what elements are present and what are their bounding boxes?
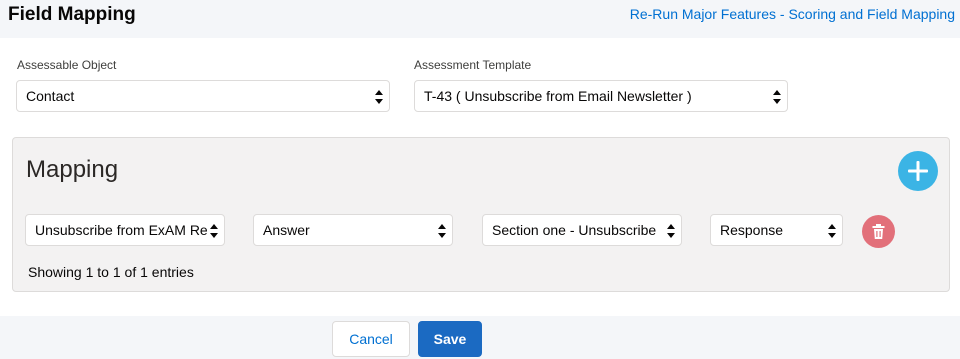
answer-value: Answer	[263, 222, 310, 238]
response-select[interactable]: Response	[710, 214, 843, 246]
assessable-object-select[interactable]: Contact	[16, 80, 390, 112]
mapping-panel: Mapping Unsubscribe from ExAM Re Answer …	[12, 137, 950, 292]
sort-arrows-icon	[375, 90, 383, 104]
page-title: Field Mapping	[8, 4, 136, 25]
mapping-title: Mapping	[26, 156, 119, 183]
assessable-object-label: Assessable Object	[17, 58, 117, 72]
sort-arrows-icon	[828, 224, 836, 238]
trash-icon	[872, 224, 885, 239]
sort-arrows-icon	[667, 224, 675, 238]
assessment-template-select[interactable]: T-43 ( Unsubscribe from Email Newsletter…	[414, 80, 788, 112]
save-button[interactable]: Save	[418, 321, 482, 357]
answer-select[interactable]: Answer	[253, 214, 453, 246]
section-select[interactable]: Section one - Unsubscribe	[482, 214, 682, 246]
plus-icon	[908, 161, 928, 181]
response-value: Response	[720, 222, 784, 238]
question-select[interactable]: Unsubscribe from ExAM Re	[25, 214, 225, 246]
section-value: Section one - Unsubscribe	[492, 222, 657, 238]
assessment-template-value: T-43 ( Unsubscribe from Email Newsletter…	[424, 88, 692, 104]
assessment-template-label: Assessment Template	[414, 58, 532, 72]
assessable-object-value: Contact	[26, 88, 75, 104]
main-content: Assessable Object Contact Assessment Tem…	[0, 38, 960, 316]
cancel-button[interactable]: Cancel	[332, 321, 410, 357]
footer-actions: Cancel Save	[0, 316, 960, 359]
rerun-features-link[interactable]: Re-Run Major Features - Scoring and Fiel…	[630, 6, 955, 22]
add-mapping-button[interactable]	[898, 151, 938, 191]
sort-arrows-icon	[773, 90, 781, 104]
entries-info: Showing 1 to 1 of 1 entries	[28, 264, 194, 280]
delete-mapping-button[interactable]	[862, 215, 895, 248]
question-value: Unsubscribe from ExAM Re	[35, 222, 208, 238]
sort-arrows-icon	[210, 224, 218, 238]
page-header: Field Mapping Re-Run Major Features - Sc…	[0, 0, 960, 38]
sort-arrows-icon	[438, 224, 446, 238]
